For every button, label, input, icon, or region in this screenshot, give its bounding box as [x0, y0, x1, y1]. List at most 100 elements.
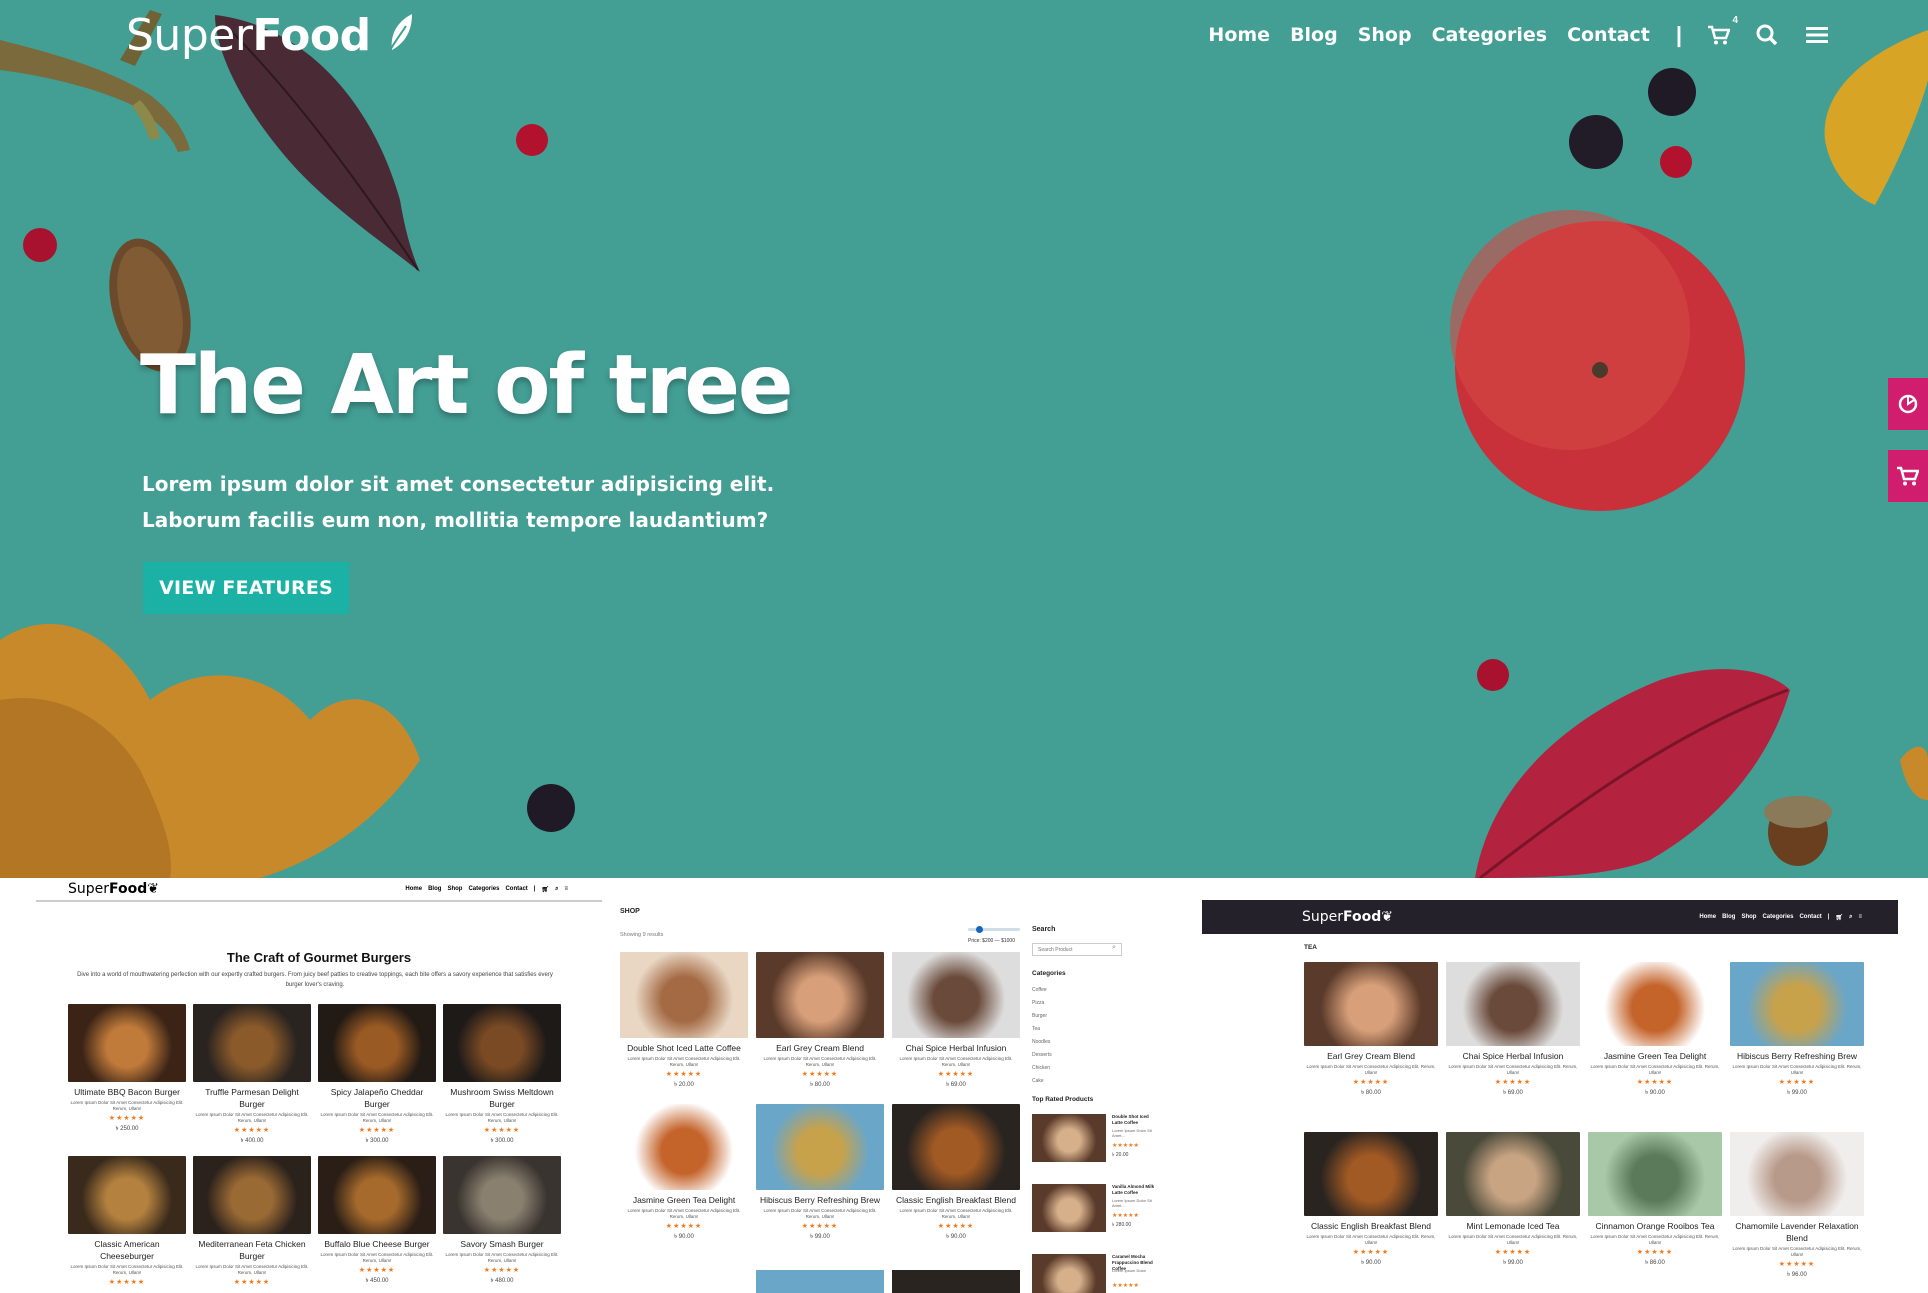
brand-logo[interactable]: SuperFood	[126, 10, 416, 61]
product-image[interactable]	[1730, 962, 1864, 1046]
menu-icon[interactable]	[1806, 26, 1828, 44]
product-card[interactable]: Chai Spice Herbal Infusion Lorem Ipsum Do…	[892, 952, 1020, 1090]
product-image[interactable]	[443, 1156, 561, 1234]
product-card[interactable]: Cinnamon Orange Rooibos Tea Lorem Ipsum D…	[1588, 1132, 1722, 1268]
product-image[interactable]	[1446, 962, 1580, 1046]
mini-nav-shop[interactable]: Shop	[447, 886, 462, 892]
mini-logo[interactable]: SuperFood❦	[1302, 909, 1393, 925]
nav-contact[interactable]: Contact	[1567, 24, 1650, 46]
product-image[interactable]	[620, 952, 748, 1038]
mini-nav-home[interactable]: Home	[1699, 914, 1716, 920]
top-rated-name[interactable]: Vanilla Almond Milk Latte Coffee	[1112, 1184, 1156, 1196]
price-slider[interactable]	[968, 926, 1020, 933]
product-card[interactable]: Earl Grey Cream Blend Lorem Ipsum Dolor S…	[1304, 962, 1438, 1098]
price-slider-handle[interactable]	[976, 926, 983, 933]
product-image[interactable]	[68, 1156, 186, 1234]
product-image[interactable]	[620, 1104, 748, 1190]
mini-nav-shop[interactable]: Shop	[1741, 914, 1756, 920]
product-card[interactable]: Savory Smash Burger Lorem Ipsum Dolor Sit…	[443, 1156, 561, 1286]
search-icon[interactable]: ⌕	[1112, 944, 1116, 952]
product-image[interactable]	[1588, 1132, 1722, 1216]
product-card[interactable]: Chai Spice Herbal Infusion Lorem Ipsum Do…	[1446, 962, 1580, 1098]
product-card[interactable]: Double Shot Iced Latte Coffee Lorem Ipsum…	[620, 952, 748, 1090]
product-card[interactable]: Earl Grey Cream Blend Lorem Ipsum Dolor S…	[756, 952, 884, 1090]
product-image[interactable]	[1588, 962, 1722, 1046]
product-name[interactable]: Savory Smash Burger	[443, 1238, 561, 1250]
category-link[interactable]: Pizza	[1032, 997, 1052, 1010]
product-card[interactable]: Classic English Breakfast Blend Lorem Ips…	[1304, 1132, 1438, 1268]
product-name[interactable]: Ultimate BBQ Bacon Burger	[68, 1086, 186, 1098]
category-link[interactable]: Burger	[1032, 1010, 1052, 1023]
top-rated-item[interactable]: Caramel Mocha Frappuccino Blend Coffee Lo…	[1032, 1254, 1153, 1293]
product-image[interactable]	[892, 1104, 1020, 1190]
product-card[interactable]: Classic English Breakfast Blend Lorem Ips…	[892, 1104, 1020, 1242]
product-name[interactable]: Cinnamon Orange Rooibos Tea	[1588, 1220, 1722, 1232]
category-link[interactable]: Tea	[1032, 1023, 1052, 1036]
nav-categories[interactable]: Categories	[1432, 24, 1547, 46]
cart-icon[interactable]: 4	[1708, 15, 1738, 45]
product-image[interactable]	[193, 1156, 311, 1234]
product-name[interactable]: Earl Grey Cream Blend	[1304, 1050, 1438, 1062]
product-card[interactable]: Mint Lemonade Iced Tea Lorem Ipsum Dolor …	[1446, 1132, 1580, 1268]
top-rated-image[interactable]	[1032, 1254, 1106, 1293]
product-name[interactable]: Earl Grey Cream Blend	[756, 1042, 884, 1054]
view-features-button[interactable]: VIEW FEATURES	[143, 562, 349, 614]
product-image[interactable]	[620, 1270, 748, 1293]
product-card[interactable]: Mediterranean Feta Chicken Burger Lorem I…	[193, 1156, 311, 1287]
product-image[interactable]	[892, 1270, 1020, 1293]
cart-icon[interactable]: 🛒︎	[1835, 914, 1843, 921]
category-link[interactable]: Cake	[1032, 1075, 1052, 1088]
top-rated-name[interactable]: Double Shot Iced Latte Coffee	[1112, 1114, 1156, 1126]
product-image[interactable]	[443, 1004, 561, 1082]
top-rated-item[interactable]: Vanilla Almond Milk Latte Coffee Lorem Ip…	[1032, 1184, 1154, 1234]
product-card[interactable]: Hibiscus Berry Refreshing Brew Lorem Ipsu…	[756, 1104, 884, 1242]
product-name[interactable]: Classic English Breakfast Blend	[892, 1194, 1020, 1206]
menu-icon[interactable]: ≡	[564, 886, 568, 892]
product-image[interactable]	[756, 952, 884, 1038]
product-card[interactable]: Jasmine Green Tea Delight Lorem Ipsum Dol…	[1588, 962, 1722, 1098]
product-image[interactable]	[318, 1156, 436, 1234]
nav-home[interactable]: Home	[1208, 24, 1270, 46]
product-card[interactable]: Hibiscus Berry Refreshing Brew Lorem Ipsu…	[1730, 962, 1864, 1098]
product-image[interactable]	[1304, 1132, 1438, 1216]
product-name[interactable]: Buffalo Blue Cheese Burger	[318, 1238, 436, 1250]
category-link[interactable]: Coffee	[1032, 984, 1052, 997]
product-card[interactable]: Classic American Cheeseburger Lorem Ipsum…	[68, 1156, 186, 1287]
product-card[interactable]: Spicy Jalapeño Cheddar Burger Lorem Ipsum…	[318, 1004, 436, 1146]
product-card[interactable]: Buffalo Blue Cheese Burger Lorem Ipsum Do…	[318, 1156, 436, 1286]
top-rated-item[interactable]: Double Shot Iced Latte Coffee Lorem Ipsum…	[1032, 1114, 1152, 1164]
product-image[interactable]	[756, 1104, 884, 1190]
product-name[interactable]: Chamomile Lavender Relaxation Blend	[1730, 1220, 1864, 1244]
product-image[interactable]	[1304, 962, 1438, 1046]
product-name[interactable]: Truffle Parmesan Delight Burger	[193, 1086, 311, 1110]
product-name[interactable]: Classic American Cheeseburger	[68, 1238, 186, 1262]
product-image[interactable]	[756, 1270, 884, 1293]
mini-nav-blog[interactable]: Blog	[1722, 914, 1735, 920]
support-tab[interactable]	[1888, 378, 1928, 430]
mini-nav-contact[interactable]: Contact	[505, 886, 527, 892]
product-image[interactable]	[193, 1004, 311, 1082]
product-image[interactable]	[1730, 1132, 1864, 1216]
search-icon[interactable]	[1756, 24, 1778, 46]
mini-logo[interactable]: SuperFood❦	[68, 881, 159, 897]
top-rated-image[interactable]	[1032, 1114, 1106, 1162]
product-name[interactable]: Jasmine Green Tea Delight	[620, 1194, 748, 1206]
mini-nav-categories[interactable]: Categories	[1762, 914, 1793, 920]
mini-nav-contact[interactable]: Contact	[1799, 914, 1821, 920]
mini-nav-blog[interactable]: Blog	[428, 886, 441, 892]
nav-shop[interactable]: Shop	[1358, 24, 1412, 46]
search-icon[interactable]: ⌕	[555, 886, 558, 893]
menu-icon[interactable]: ≡	[1858, 914, 1862, 920]
product-card[interactable]: Chamomile Lavender Relaxation Blend Lorem…	[1730, 1132, 1864, 1280]
product-name[interactable]: Chai Spice Herbal Infusion	[1446, 1050, 1580, 1062]
top-rated-image[interactable]	[1032, 1184, 1106, 1232]
category-link[interactable]: Chicken	[1032, 1062, 1052, 1075]
category-link[interactable]: Noodles	[1032, 1036, 1052, 1049]
product-card[interactable]: Mushroom Swiss Meltdown Burger Lorem Ipsu…	[443, 1004, 561, 1146]
product-name[interactable]: Chai Spice Herbal Infusion	[892, 1042, 1020, 1054]
mini-nav-categories[interactable]: Categories	[468, 886, 499, 892]
search-icon[interactable]: ⌕	[1849, 914, 1852, 921]
product-image[interactable]	[68, 1004, 186, 1082]
nav-blog[interactable]: Blog	[1290, 24, 1338, 46]
product-name[interactable]: Jasmine Green Tea Delight	[1588, 1050, 1722, 1062]
